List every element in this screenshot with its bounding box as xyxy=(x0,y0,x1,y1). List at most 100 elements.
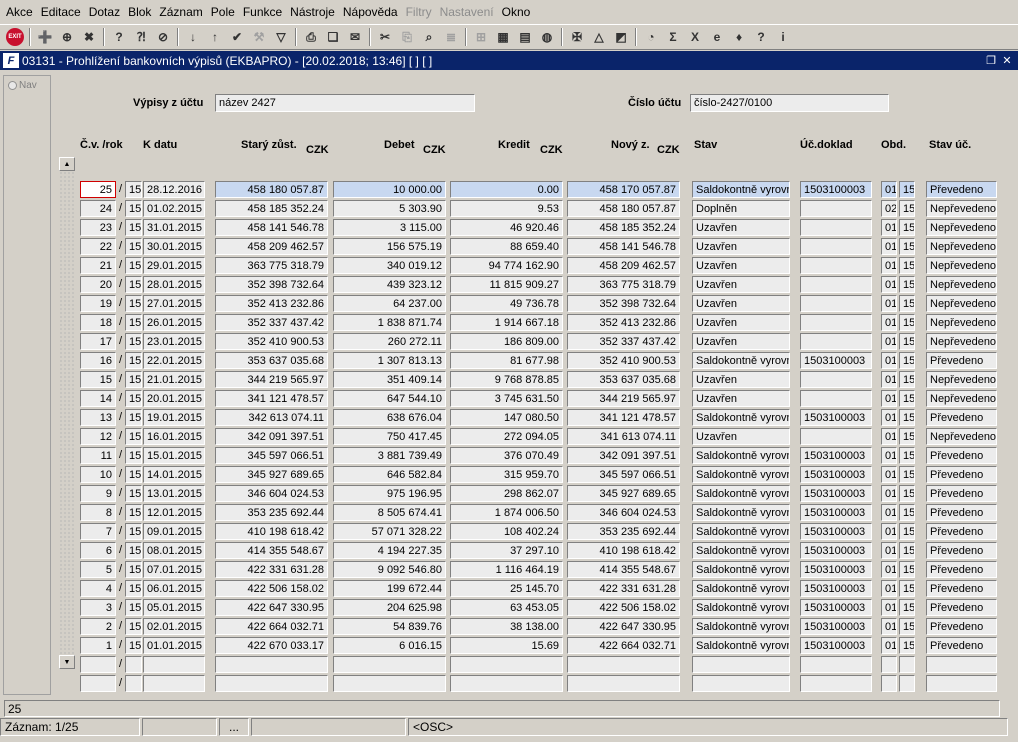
cell-datum[interactable]: 14.01.2015 xyxy=(143,466,205,483)
cell-datum[interactable] xyxy=(143,675,205,692)
cell-novy[interactable]: 414 355 548.67 xyxy=(567,561,680,578)
cell-rok[interactable]: 15 xyxy=(125,580,142,597)
cell-novy[interactable]: 341 121 478.57 xyxy=(567,409,680,426)
cell-doklad[interactable]: 1503100003 xyxy=(800,447,872,464)
cell-stary[interactable]: 352 413 232.86 xyxy=(215,295,328,312)
cell-debet[interactable] xyxy=(333,656,446,673)
cell-stav[interactable]: Uzavřen xyxy=(692,238,790,255)
cell-datum[interactable]: 29.01.2015 xyxy=(143,257,205,274)
cell-cv[interactable]: 24 xyxy=(80,200,116,217)
menu-1[interactable]: Editace xyxy=(37,0,85,24)
cell-doklad[interactable] xyxy=(800,371,872,388)
cell-cv[interactable]: 9 xyxy=(80,485,116,502)
cell-rok[interactable]: 15 xyxy=(125,371,142,388)
cell-novy[interactable] xyxy=(567,675,680,692)
cell-obd1[interactable]: 02 xyxy=(881,200,897,217)
cell-obd1[interactable]: 01 xyxy=(881,181,897,198)
cell-obd1[interactable]: 01 xyxy=(881,314,897,331)
cell-obd1[interactable]: 01 xyxy=(881,390,897,407)
cell-obd2[interactable]: 15 xyxy=(899,523,915,540)
cell-stav[interactable]: Uzavřen xyxy=(692,333,790,350)
cell-obd1[interactable]: 01 xyxy=(881,257,897,274)
sort-asc-icon[interactable]: ↓ xyxy=(182,26,204,48)
cell-kredit[interactable]: 315 959.70 xyxy=(450,466,563,483)
cell-kredit[interactable]: 63 453.05 xyxy=(450,599,563,616)
cell-novy[interactable]: 346 604 024.53 xyxy=(567,504,680,521)
cell-datum[interactable]: 28.01.2015 xyxy=(143,276,205,293)
cell-obd2[interactable]: 15 xyxy=(899,409,915,426)
cell-cv[interactable]: 15 xyxy=(80,371,116,388)
cell-stav[interactable]: Uzavřen xyxy=(692,371,790,388)
cell-rok[interactable]: 15 xyxy=(125,219,142,236)
cross-icon[interactable]: ✠ xyxy=(566,26,588,48)
menu-6[interactable]: Funkce xyxy=(239,0,286,24)
cell-debet[interactable]: 340 019.12 xyxy=(333,257,446,274)
cell-debet[interactable] xyxy=(333,675,446,692)
cell-doklad[interactable]: 1503100003 xyxy=(800,580,872,597)
cell-obd1[interactable]: 01 xyxy=(881,352,897,369)
cell-stav[interactable]: Saldokontně vyrovn xyxy=(692,181,790,198)
cell-obd1[interactable]: 01 xyxy=(881,523,897,540)
cell-novy[interactable]: 422 331 631.28 xyxy=(567,580,680,597)
cell-stav[interactable]: Saldokontně vyrovn xyxy=(692,352,790,369)
cell-datum[interactable]: 13.01.2015 xyxy=(143,485,205,502)
cell-stav[interactable]: Saldokontně vyrovn xyxy=(692,466,790,483)
cell-rok[interactable]: 15 xyxy=(125,200,142,217)
cell-cv[interactable]: 25 xyxy=(80,181,116,198)
cell-kredit[interactable]: 38 138.00 xyxy=(450,618,563,635)
menu-4[interactable]: Záznam xyxy=(155,0,206,24)
cell-stary[interactable]: 341 121 478.57 xyxy=(215,390,328,407)
cell-kredit[interactable]: 9.53 xyxy=(450,200,563,217)
cell-stary[interactable]: 345 927 689.65 xyxy=(215,466,328,483)
calculator-icon[interactable]: ▦ xyxy=(492,26,514,48)
cell-cv[interactable]: 16 xyxy=(80,352,116,369)
cell-datum[interactable]: 22.01.2015 xyxy=(143,352,205,369)
query-run-icon[interactable]: ⁈ xyxy=(130,26,152,48)
menu-2[interactable]: Dotaz xyxy=(85,0,124,24)
cell-rok[interactable]: 15 xyxy=(125,352,142,369)
cell-stary[interactable]: 363 775 318.79 xyxy=(215,257,328,274)
cell-doklad[interactable] xyxy=(800,656,872,673)
cell-stav[interactable]: Saldokontně vyrovn xyxy=(692,523,790,540)
cell-novy[interactable]: 458 185 352.24 xyxy=(567,219,680,236)
cell-debet[interactable]: 1 838 871.74 xyxy=(333,314,446,331)
cell-stary[interactable]: 344 219 565.97 xyxy=(215,371,328,388)
cell-obd2[interactable]: 15 xyxy=(899,580,915,597)
sort-desc-icon[interactable]: ↑ xyxy=(204,26,226,48)
cell-stavuc[interactable]: Převedeno xyxy=(926,599,997,616)
cell-debet[interactable]: 351 409.14 xyxy=(333,371,446,388)
cell-obd2[interactable]: 15 xyxy=(899,599,915,616)
cell-stavuc[interactable]: Nepřevedeno xyxy=(926,200,997,217)
cell-stav[interactable]: Uzavřen xyxy=(692,390,790,407)
cell-novy[interactable] xyxy=(567,656,680,673)
cell-cv[interactable]: 14 xyxy=(80,390,116,407)
cell-datum[interactable]: 01.01.2015 xyxy=(143,637,205,654)
cell-cv[interactable]: 17 xyxy=(80,333,116,350)
cell-stav[interactable]: Uzavřen xyxy=(692,314,790,331)
cell-doklad[interactable]: 1503100003 xyxy=(800,485,872,502)
cell-stav[interactable]: Uzavřen xyxy=(692,219,790,236)
paste-icon[interactable]: ⎘ xyxy=(396,26,418,48)
cell-stary[interactable]: 345 597 066.51 xyxy=(215,447,328,464)
cell-novy[interactable]: 458 141 546.78 xyxy=(567,238,680,255)
cell-datum[interactable]: 26.01.2015 xyxy=(143,314,205,331)
cell-stary[interactable]: 422 670 033.17 xyxy=(215,637,328,654)
cell-doklad[interactable] xyxy=(800,428,872,445)
menu-9[interactable]: Filtry xyxy=(402,0,436,24)
cell-stavuc[interactable]: Nepřevedeno xyxy=(926,276,997,293)
cell-stavuc[interactable]: Převedeno xyxy=(926,523,997,540)
cell-kredit[interactable]: 0.00 xyxy=(450,181,563,198)
cell-stav[interactable]: Saldokontně vyrovn xyxy=(692,599,790,616)
cell-novy[interactable]: 352 413 232.86 xyxy=(567,314,680,331)
cell-obd1[interactable]: 01 xyxy=(881,504,897,521)
cell-rok[interactable]: 15 xyxy=(125,542,142,559)
cell-stary[interactable]: 422 647 330.95 xyxy=(215,599,328,616)
cell-kredit[interactable]: 11 815 909.27 xyxy=(450,276,563,293)
cell-rok[interactable]: 15 xyxy=(125,314,142,331)
cell-datum[interactable]: 28.12.2016 xyxy=(143,181,205,198)
exit-button[interactable]: EXIT xyxy=(4,26,26,48)
cell-stary[interactable]: 353 235 692.44 xyxy=(215,504,328,521)
cell-novy[interactable]: 458 170 057.87 xyxy=(567,181,680,198)
cell-cv[interactable]: 20 xyxy=(80,276,116,293)
cell-kredit[interactable]: 94 774 162.90 xyxy=(450,257,563,274)
